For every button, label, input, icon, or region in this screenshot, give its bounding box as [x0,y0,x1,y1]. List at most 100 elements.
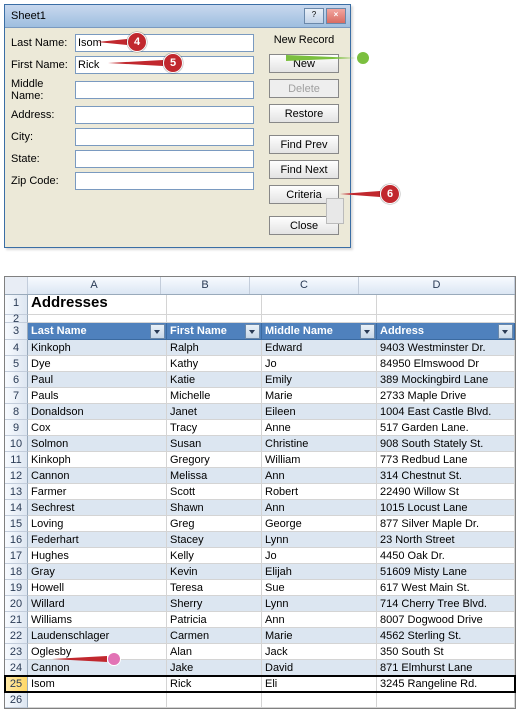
cell-middle-name[interactable]: Edward [262,340,377,356]
cell-middle-name[interactable]: Jo [262,548,377,564]
close-icon[interactable]: × [326,8,346,24]
table-row[interactable]: 15LovingGregGeorge877 Silver Maple Dr. [5,516,515,532]
cell-last-name[interactable]: Kinkoph [28,452,167,468]
cell-middle-name[interactable]: Ann [262,500,377,516]
cell-address[interactable]: 714 Cherry Tree Blvd. [377,596,515,612]
row-header[interactable]: 23 [5,644,28,660]
cell-middle-name[interactable]: Jo [262,356,377,372]
cell-last-name[interactable]: Hughes [28,548,167,564]
cell-first-name[interactable]: Shawn [167,500,262,516]
cell-middle-name[interactable]: Ann [262,612,377,628]
table-row[interactable]: 14SechrestShawnAnn1015 Locust Lane [5,500,515,516]
row-header[interactable]: 13 [5,484,28,500]
cell-middle-name[interactable]: Anne [262,420,377,436]
cell-address[interactable]: 617 West Main St. [377,580,515,596]
cell-last-name[interactable]: Willard [28,596,167,612]
filter-icon[interactable] [150,324,165,339]
table-row[interactable]: 18GrayKevinElijah51609 Misty Lane [5,564,515,580]
cell-last-name[interactable]: Pauls [28,388,167,404]
cell-first-name[interactable]: Kathy [167,356,262,372]
cell-first-name[interactable]: Teresa [167,580,262,596]
cell-last-name[interactable]: Dye [28,356,167,372]
cell-last-name[interactable]: Cannon [28,660,167,676]
cell-middle-name[interactable]: Elijah [262,564,377,580]
cell-address[interactable]: 908 South Stately St. [377,436,515,452]
cell-middle-name[interactable]: Emily [262,372,377,388]
table-row[interactable]: 12CannonMelissaAnn314 Chestnut St. [5,468,515,484]
row-header[interactable]: 9 [5,420,28,436]
cell-middle-name[interactable]: Jack [262,644,377,660]
scrollbar[interactable] [326,198,344,224]
cell-middle-name[interactable]: Eli [262,676,377,692]
cell-first-name[interactable]: Melissa [167,468,262,484]
cell-first-name[interactable]: Katie [167,372,262,388]
cell-address[interactable]: 314 Chestnut St. [377,468,515,484]
row-header[interactable]: 21 [5,612,28,628]
cell-address[interactable]: 389 Mockingbird Lane [377,372,515,388]
row-header[interactable]: 10 [5,436,28,452]
table-row[interactable]: 21WilliamsPatriciaAnn8007 Dogwood Drive [5,612,515,628]
header-middle-name[interactable]: Middle Name [262,323,377,340]
row-header[interactable]: 1 [5,295,28,315]
cell-first-name[interactable]: Scott [167,484,262,500]
cell-address[interactable]: 4562 Sterling St. [377,628,515,644]
cell-first-name[interactable]: Sherry [167,596,262,612]
cell-last-name[interactable]: Cox [28,420,167,436]
filter-icon[interactable] [498,324,513,339]
cell-first-name[interactable]: Jake [167,660,262,676]
row-header[interactable]: 15 [5,516,28,532]
cell-first-name[interactable]: Greg [167,516,262,532]
col-header-b[interactable]: B [161,277,250,294]
zip-input[interactable] [75,172,254,190]
cell-middle-name[interactable]: Marie [262,388,377,404]
table-row[interactable]: 23OglesbyAlanJack350 South St [5,644,515,660]
cell-first-name[interactable]: Susan [167,436,262,452]
cell-last-name[interactable]: Laudenschlager [28,628,167,644]
row-header[interactable]: 5 [5,356,28,372]
last-name-input[interactable] [75,34,254,52]
cell-first-name[interactable]: Kelly [167,548,262,564]
table-row[interactable]: 16FederhartStaceyLynn23 North Street [5,532,515,548]
row-header[interactable]: 8 [5,404,28,420]
cell-last-name[interactable]: Solmon [28,436,167,452]
cell-address[interactable]: 3245 Rangeline Rd. [377,676,515,692]
city-input[interactable] [75,128,254,146]
cell-address[interactable]: 1004 East Castle Blvd. [377,404,515,420]
cell-middle-name[interactable]: David [262,660,377,676]
state-input[interactable] [75,150,254,168]
table-row[interactable]: 8DonaldsonJanetEileen1004 East Castle Bl… [5,404,515,420]
cell-last-name[interactable]: Loving [28,516,167,532]
cell-first-name[interactable]: Tracy [167,420,262,436]
row-header[interactable]: 18 [5,564,28,580]
header-last-name[interactable]: Last Name [28,323,167,340]
table-row[interactable]: 22LaudenschlagerCarmenMarie4562 Sterling… [5,628,515,644]
select-all-corner[interactable] [5,277,28,294]
cell-middle-name[interactable]: Robert [262,484,377,500]
middle-name-input[interactable] [75,81,254,99]
cell-address[interactable]: 8007 Dogwood Drive [377,612,515,628]
cell-middle-name[interactable]: Eileen [262,404,377,420]
table-row[interactable]: 24CannonJakeDavid871 Elmhurst Lane [5,660,515,676]
find-prev-button[interactable]: Find Prev [269,135,339,154]
row-header[interactable]: 14 [5,500,28,516]
row-header[interactable]: 4 [5,340,28,356]
cell-middle-name[interactable]: Lynn [262,596,377,612]
cell-first-name[interactable]: Ralph [167,340,262,356]
cell-first-name[interactable]: Kevin [167,564,262,580]
cell-address[interactable]: 773 Redbud Lane [377,452,515,468]
cell-middle-name[interactable]: Marie [262,628,377,644]
cell-first-name[interactable]: Janet [167,404,262,420]
table-title[interactable]: Addresses [28,295,167,315]
row-header[interactable]: 25 [5,676,28,692]
cell-address[interactable]: 1015 Locust Lane [377,500,515,516]
cell-address[interactable]: 4450 Oak Dr. [377,548,515,564]
row-header[interactable]: 3 [5,323,28,340]
row-header[interactable]: 24 [5,660,28,676]
cell-last-name[interactable]: Farmer [28,484,167,500]
col-header-c[interactable]: C [250,277,359,294]
filter-icon[interactable] [360,324,375,339]
new-button[interactable]: New [269,54,339,73]
cell-first-name[interactable]: Alan [167,644,262,660]
table-row[interactable]: 25IsomRickEli3245 Rangeline Rd. [5,676,515,692]
cell-address[interactable]: 871 Elmhurst Lane [377,660,515,676]
